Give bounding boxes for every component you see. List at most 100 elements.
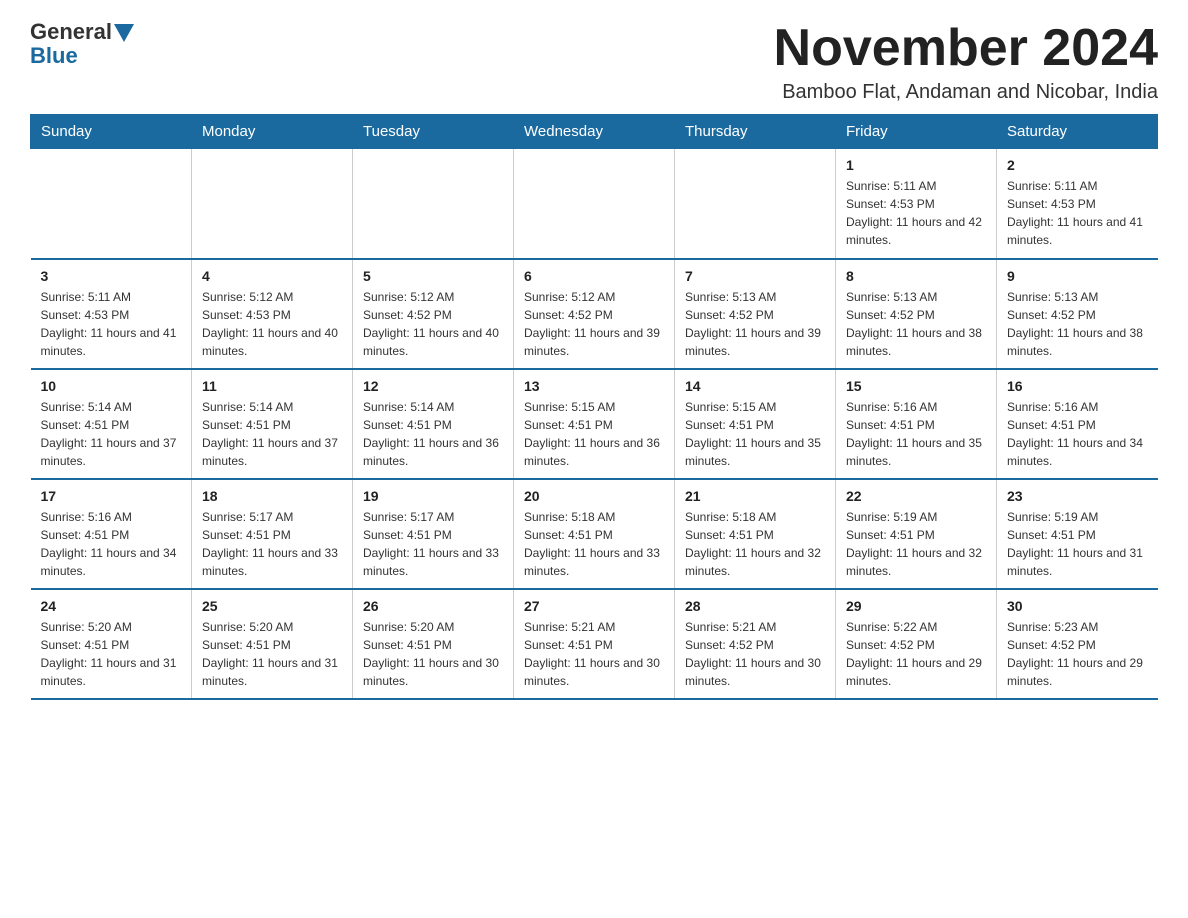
calendar-cell: 7 Sunrise: 5:13 AMSunset: 4:52 PMDayligh… (675, 259, 836, 369)
day-info: Sunrise: 5:12 AMSunset: 4:52 PMDaylight:… (363, 288, 503, 360)
calendar-cell: 11 Sunrise: 5:14 AMSunset: 4:51 PMDaylig… (192, 369, 353, 479)
calendar-cell: 22 Sunrise: 5:19 AMSunset: 4:51 PMDaylig… (836, 479, 997, 589)
day-of-week-header: Saturday (997, 115, 1158, 149)
day-info: Sunrise: 5:19 AMSunset: 4:51 PMDaylight:… (1007, 508, 1148, 580)
calendar-cell: 26 Sunrise: 5:20 AMSunset: 4:51 PMDaylig… (353, 589, 514, 699)
day-info: Sunrise: 5:12 AMSunset: 4:52 PMDaylight:… (524, 288, 664, 360)
page-header: General Blue November 2024 Bamboo Flat, … (30, 20, 1158, 104)
calendar-week-row: 1 Sunrise: 5:11 AMSunset: 4:53 PMDayligh… (31, 149, 1158, 259)
day-info: Sunrise: 5:17 AMSunset: 4:51 PMDaylight:… (363, 508, 503, 580)
day-number: 28 (685, 598, 825, 614)
day-info: Sunrise: 5:19 AMSunset: 4:51 PMDaylight:… (846, 508, 986, 580)
logo-blue-text: Blue (30, 44, 78, 68)
calendar-cell: 1 Sunrise: 5:11 AMSunset: 4:53 PMDayligh… (836, 149, 997, 259)
day-of-week-header: Thursday (675, 115, 836, 149)
calendar-cell: 14 Sunrise: 5:15 AMSunset: 4:51 PMDaylig… (675, 369, 836, 479)
day-of-week-header: Tuesday (353, 115, 514, 149)
calendar-cell: 15 Sunrise: 5:16 AMSunset: 4:51 PMDaylig… (836, 369, 997, 479)
day-of-week-header: Monday (192, 115, 353, 149)
day-info: Sunrise: 5:16 AMSunset: 4:51 PMDaylight:… (41, 508, 182, 580)
calendar-week-row: 17 Sunrise: 5:16 AMSunset: 4:51 PMDaylig… (31, 479, 1158, 589)
day-number: 25 (202, 598, 342, 614)
month-year-title: November 2024 (774, 20, 1158, 77)
calendar-table: SundayMondayTuesdayWednesdayThursdayFrid… (30, 114, 1158, 700)
day-number: 15 (846, 378, 986, 394)
calendar-cell (675, 149, 836, 259)
day-info: Sunrise: 5:20 AMSunset: 4:51 PMDaylight:… (363, 618, 503, 690)
calendar-cell: 13 Sunrise: 5:15 AMSunset: 4:51 PMDaylig… (514, 369, 675, 479)
location-subtitle: Bamboo Flat, Andaman and Nicobar, India (774, 81, 1158, 104)
day-number: 11 (202, 378, 342, 394)
day-number: 7 (685, 268, 825, 284)
day-number: 17 (41, 488, 182, 504)
day-number: 6 (524, 268, 664, 284)
calendar-cell: 16 Sunrise: 5:16 AMSunset: 4:51 PMDaylig… (997, 369, 1158, 479)
calendar-cell: 8 Sunrise: 5:13 AMSunset: 4:52 PMDayligh… (836, 259, 997, 369)
calendar-cell: 30 Sunrise: 5:23 AMSunset: 4:52 PMDaylig… (997, 589, 1158, 699)
calendar-week-row: 3 Sunrise: 5:11 AMSunset: 4:53 PMDayligh… (31, 259, 1158, 369)
calendar-cell: 2 Sunrise: 5:11 AMSunset: 4:53 PMDayligh… (997, 149, 1158, 259)
day-info: Sunrise: 5:15 AMSunset: 4:51 PMDaylight:… (524, 398, 664, 470)
day-of-week-header: Sunday (31, 115, 192, 149)
calendar-cell: 23 Sunrise: 5:19 AMSunset: 4:51 PMDaylig… (997, 479, 1158, 589)
calendar-cell (353, 149, 514, 259)
calendar-cell: 10 Sunrise: 5:14 AMSunset: 4:51 PMDaylig… (31, 369, 192, 479)
calendar-header: SundayMondayTuesdayWednesdayThursdayFrid… (31, 115, 1158, 149)
day-number: 2 (1007, 157, 1148, 173)
day-number: 1 (846, 157, 986, 173)
day-number: 24 (41, 598, 182, 614)
calendar-cell (31, 149, 192, 259)
calendar-cell: 18 Sunrise: 5:17 AMSunset: 4:51 PMDaylig… (192, 479, 353, 589)
calendar-body: 1 Sunrise: 5:11 AMSunset: 4:53 PMDayligh… (31, 149, 1158, 699)
day-number: 12 (363, 378, 503, 394)
calendar-week-row: 10 Sunrise: 5:14 AMSunset: 4:51 PMDaylig… (31, 369, 1158, 479)
day-info: Sunrise: 5:11 AMSunset: 4:53 PMDaylight:… (846, 177, 986, 249)
day-info: Sunrise: 5:13 AMSunset: 4:52 PMDaylight:… (1007, 288, 1148, 360)
logo-general-text: General (30, 20, 112, 44)
calendar-cell: 20 Sunrise: 5:18 AMSunset: 4:51 PMDaylig… (514, 479, 675, 589)
day-number: 30 (1007, 598, 1148, 614)
day-info: Sunrise: 5:23 AMSunset: 4:52 PMDaylight:… (1007, 618, 1148, 690)
day-number: 9 (1007, 268, 1148, 284)
day-number: 19 (363, 488, 503, 504)
day-number: 22 (846, 488, 986, 504)
calendar-cell: 29 Sunrise: 5:22 AMSunset: 4:52 PMDaylig… (836, 589, 997, 699)
day-info: Sunrise: 5:12 AMSunset: 4:53 PMDaylight:… (202, 288, 342, 360)
calendar-cell: 6 Sunrise: 5:12 AMSunset: 4:52 PMDayligh… (514, 259, 675, 369)
calendar-cell: 17 Sunrise: 5:16 AMSunset: 4:51 PMDaylig… (31, 479, 192, 589)
day-info: Sunrise: 5:20 AMSunset: 4:51 PMDaylight:… (202, 618, 342, 690)
day-info: Sunrise: 5:13 AMSunset: 4:52 PMDaylight:… (846, 288, 986, 360)
day-number: 8 (846, 268, 986, 284)
calendar-cell (514, 149, 675, 259)
day-number: 21 (685, 488, 825, 504)
day-info: Sunrise: 5:14 AMSunset: 4:51 PMDaylight:… (41, 398, 182, 470)
day-info: Sunrise: 5:18 AMSunset: 4:51 PMDaylight:… (685, 508, 825, 580)
day-info: Sunrise: 5:21 AMSunset: 4:51 PMDaylight:… (524, 618, 664, 690)
day-info: Sunrise: 5:22 AMSunset: 4:52 PMDaylight:… (846, 618, 986, 690)
calendar-cell: 24 Sunrise: 5:20 AMSunset: 4:51 PMDaylig… (31, 589, 192, 699)
day-of-week-header: Wednesday (514, 115, 675, 149)
calendar-cell: 3 Sunrise: 5:11 AMSunset: 4:53 PMDayligh… (31, 259, 192, 369)
calendar-cell: 4 Sunrise: 5:12 AMSunset: 4:53 PMDayligh… (192, 259, 353, 369)
day-info: Sunrise: 5:14 AMSunset: 4:51 PMDaylight:… (202, 398, 342, 470)
day-number: 26 (363, 598, 503, 614)
calendar-cell: 21 Sunrise: 5:18 AMSunset: 4:51 PMDaylig… (675, 479, 836, 589)
day-info: Sunrise: 5:18 AMSunset: 4:51 PMDaylight:… (524, 508, 664, 580)
day-info: Sunrise: 5:16 AMSunset: 4:51 PMDaylight:… (1007, 398, 1148, 470)
day-number: 23 (1007, 488, 1148, 504)
calendar-cell: 9 Sunrise: 5:13 AMSunset: 4:52 PMDayligh… (997, 259, 1158, 369)
days-of-week-row: SundayMondayTuesdayWednesdayThursdayFrid… (31, 115, 1158, 149)
day-info: Sunrise: 5:16 AMSunset: 4:51 PMDaylight:… (846, 398, 986, 470)
title-block: November 2024 Bamboo Flat, Andaman and N… (774, 20, 1158, 104)
calendar-cell: 27 Sunrise: 5:21 AMSunset: 4:51 PMDaylig… (514, 589, 675, 699)
day-info: Sunrise: 5:21 AMSunset: 4:52 PMDaylight:… (685, 618, 825, 690)
day-number: 13 (524, 378, 664, 394)
day-info: Sunrise: 5:13 AMSunset: 4:52 PMDaylight:… (685, 288, 825, 360)
day-info: Sunrise: 5:11 AMSunset: 4:53 PMDaylight:… (1007, 177, 1148, 249)
day-number: 18 (202, 488, 342, 504)
calendar-cell: 28 Sunrise: 5:21 AMSunset: 4:52 PMDaylig… (675, 589, 836, 699)
calendar-week-row: 24 Sunrise: 5:20 AMSunset: 4:51 PMDaylig… (31, 589, 1158, 699)
day-number: 5 (363, 268, 503, 284)
calendar-cell: 5 Sunrise: 5:12 AMSunset: 4:52 PMDayligh… (353, 259, 514, 369)
day-info: Sunrise: 5:17 AMSunset: 4:51 PMDaylight:… (202, 508, 342, 580)
